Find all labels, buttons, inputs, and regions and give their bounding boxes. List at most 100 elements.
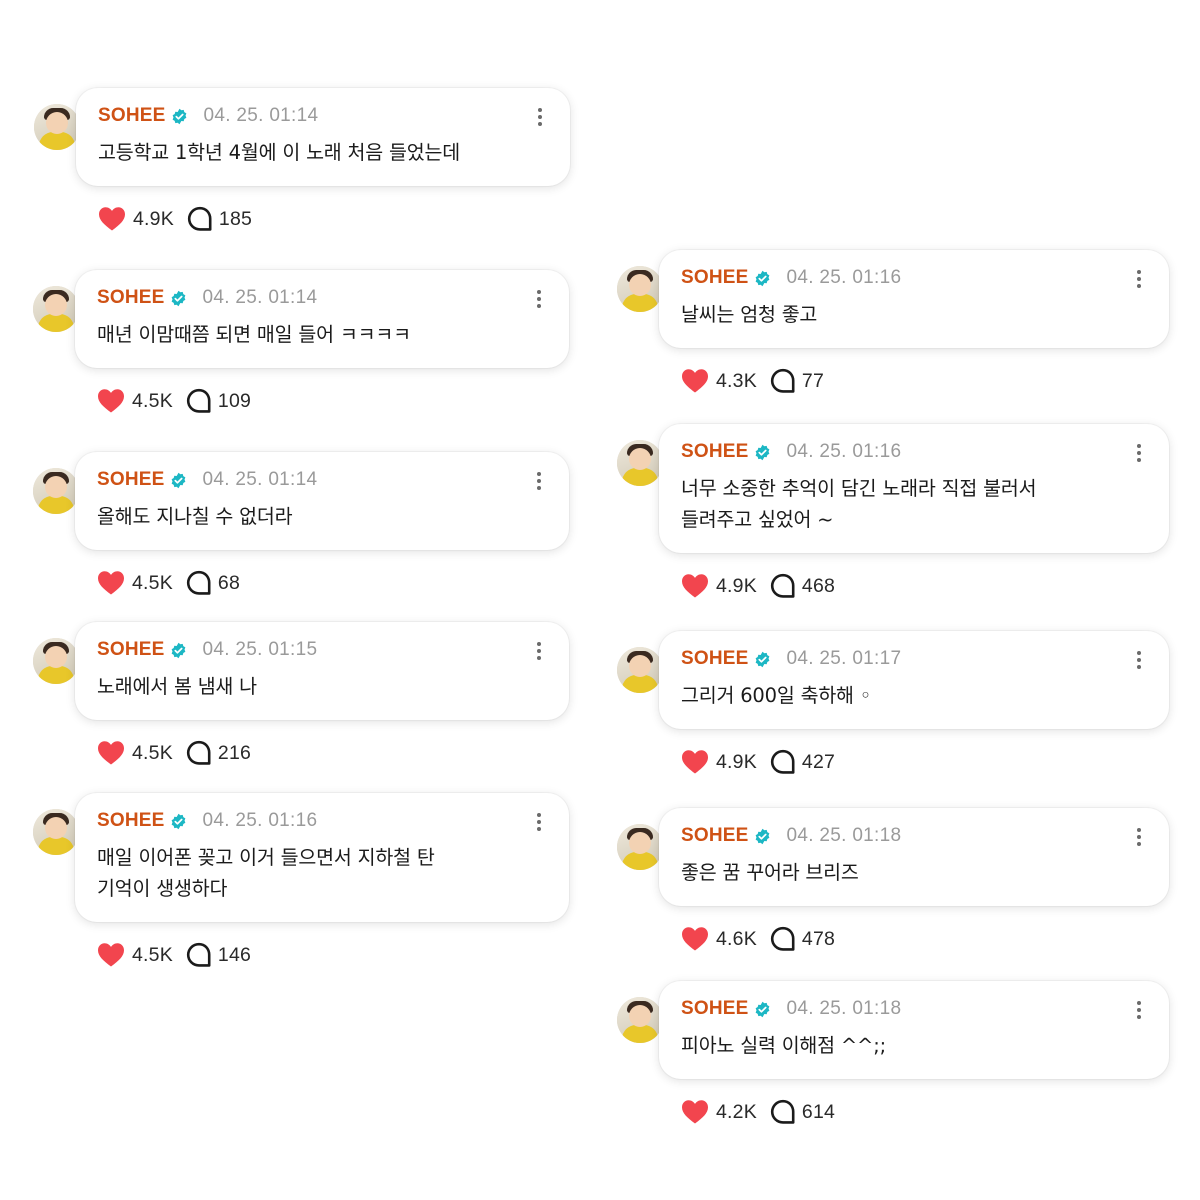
post: SOHEE 04. 25. 01:14 고등학교 1학년 4월에 이 노래 처음… [34, 88, 632, 234]
timestamp: 04. 25. 01:17 [786, 648, 902, 669]
heart-icon[interactable] [97, 740, 125, 766]
avatar[interactable] [617, 997, 663, 1043]
avatar[interactable] [33, 638, 79, 684]
more-vertical-icon[interactable] [1135, 1001, 1143, 1023]
post-stats: 4.9K 185 [98, 204, 632, 234]
like-count: 4.5K [132, 571, 173, 594]
comment-bubble-icon[interactable] [186, 570, 212, 596]
verified-badge-icon [171, 642, 185, 658]
comment-bubble-icon[interactable] [770, 368, 796, 394]
comment-bubble-icon[interactable] [770, 1099, 796, 1125]
more-vertical-icon[interactable] [1135, 828, 1143, 850]
avatar[interactable] [33, 468, 79, 514]
post: SOHEE 04. 25. 01:14 올해도 지나칠 수 없더라 4.5K 6… [33, 452, 631, 598]
post-text: 그리거 600일 축하해 ◦ [681, 684, 872, 707]
timestamp: 04. 25. 01:14 [202, 469, 318, 490]
post-bubble: SOHEE 04. 25. 01:17 그리거 600일 축하해 ◦ [659, 631, 1169, 729]
post-text: 고등학교 1학년 4월에 이 노래 처음 들었는데 [98, 141, 460, 164]
heart-icon[interactable] [98, 206, 126, 232]
verified-badge-icon [755, 270, 769, 286]
post-stats: 4.5K 146 [97, 940, 631, 970]
post-text: 매년 이맘때쯤 되면 매일 들어 ㅋㅋㅋㅋ [97, 323, 411, 346]
more-vertical-icon[interactable] [535, 813, 543, 835]
author-name[interactable]: SOHEE [681, 648, 749, 670]
more-vertical-icon[interactable] [535, 642, 543, 664]
heart-icon[interactable] [97, 388, 125, 414]
post: SOHEE 04. 25. 01:16 매일 이어폰 꽂고 이거 들으면서 지하… [33, 793, 631, 970]
author-name[interactable]: SOHEE [97, 287, 165, 309]
like-count: 4.5K [132, 943, 173, 966]
heart-icon[interactable] [97, 942, 125, 968]
comment-count: 77 [801, 369, 825, 392]
heart-icon[interactable] [681, 926, 709, 952]
post-text: 올해도 지나칠 수 없더라 [97, 505, 293, 528]
more-vertical-icon[interactable] [1135, 270, 1143, 292]
like-count: 4.9K [716, 574, 757, 597]
post-stats: 4.9K 427 [681, 747, 1200, 777]
timestamp: 04. 25. 01:16 [786, 267, 902, 288]
comment-bubble-icon[interactable] [770, 573, 796, 599]
comment-bubble-icon[interactable] [770, 749, 796, 775]
timestamp: 04. 25. 01:15 [202, 639, 318, 660]
post-bubble: SOHEE 04. 25. 01:18 좋은 꿈 꾸어라 브리즈 [659, 808, 1169, 906]
avatar[interactable] [617, 266, 663, 312]
author-name[interactable]: SOHEE [681, 825, 749, 847]
author-name[interactable]: SOHEE [97, 810, 165, 832]
like-count: 4.5K [132, 741, 173, 764]
post-text: 피아노 실력 이해점 ^^;; [681, 1034, 886, 1057]
heart-icon[interactable] [681, 749, 709, 775]
more-vertical-icon[interactable] [535, 472, 543, 494]
author-name[interactable]: SOHEE [681, 998, 749, 1020]
post-text: 매일 이어폰 꽂고 이거 들으면서 지하철 탄 기억이 생생하다 [97, 846, 435, 900]
more-vertical-icon[interactable] [1135, 651, 1143, 673]
more-vertical-icon[interactable] [1135, 444, 1143, 466]
avatar[interactable] [33, 286, 79, 332]
heart-icon[interactable] [681, 573, 709, 599]
comment-bubble-icon[interactable] [770, 926, 796, 952]
verified-badge-icon [755, 651, 769, 667]
author-name[interactable]: SOHEE [681, 441, 749, 463]
comment-bubble-icon[interactable] [186, 740, 212, 766]
comment-bubble-icon[interactable] [187, 206, 213, 232]
like-count: 4.9K [716, 750, 757, 773]
avatar[interactable] [617, 824, 663, 870]
avatar[interactable] [33, 809, 79, 855]
more-vertical-icon[interactable] [535, 290, 543, 312]
author-name[interactable]: SOHEE [97, 639, 165, 661]
post-text: 노래에서 봄 냄새 나 [97, 675, 257, 698]
heart-icon[interactable] [97, 570, 125, 596]
post-bubble: SOHEE 04. 25. 01:16 너무 소중한 추억이 담긴 노래라 직접… [659, 424, 1169, 553]
more-vertical-icon[interactable] [536, 108, 544, 130]
post-stats: 4.9K 468 [681, 571, 1200, 601]
avatar[interactable] [617, 440, 663, 486]
comment-bubble-icon[interactable] [186, 942, 212, 968]
verified-badge-icon [171, 813, 185, 829]
post: SOHEE 04. 25. 01:16 날씨는 엄청 좋고 4.3K 77 [617, 250, 1200, 396]
avatar[interactable] [34, 104, 80, 150]
post: SOHEE 04. 25. 01:17 그리거 600일 축하해 ◦ 4.9K … [617, 631, 1200, 777]
heart-icon[interactable] [681, 368, 709, 394]
post-bubble: SOHEE 04. 25. 01:14 매년 이맘때쯤 되면 매일 들어 ㅋㅋㅋ… [75, 270, 569, 368]
author-name[interactable]: SOHEE [98, 105, 166, 127]
post: SOHEE 04. 25. 01:16 너무 소중한 추억이 담긴 노래라 직접… [617, 424, 1200, 601]
comment-count: 478 [801, 927, 836, 950]
author-name[interactable]: SOHEE [97, 469, 165, 491]
timestamp: 04. 25. 01:16 [786, 441, 902, 462]
like-count: 4.6K [716, 927, 757, 950]
comment-count: 427 [801, 750, 836, 773]
post-stats: 4.2K 614 [681, 1097, 1200, 1127]
verified-badge-icon [755, 1001, 769, 1017]
comment-count: 109 [217, 389, 252, 412]
heart-icon[interactable] [681, 1099, 709, 1125]
post-text: 너무 소중한 추억이 담긴 노래라 직접 불러서 들려주고 싶었어 ~ [681, 477, 1037, 531]
post-bubble: SOHEE 04. 25. 01:16 매일 이어폰 꽂고 이거 들으면서 지하… [75, 793, 569, 922]
comment-count: 216 [217, 741, 252, 764]
verified-badge-icon [755, 444, 769, 460]
avatar[interactable] [617, 647, 663, 693]
comment-count: 146 [217, 943, 252, 966]
timestamp: 04. 25. 01:14 [203, 105, 319, 126]
timestamp: 04. 25. 01:16 [202, 810, 318, 831]
comment-bubble-icon[interactable] [186, 388, 212, 414]
post-text: 날씨는 엄청 좋고 [681, 303, 818, 326]
author-name[interactable]: SOHEE [681, 267, 749, 289]
